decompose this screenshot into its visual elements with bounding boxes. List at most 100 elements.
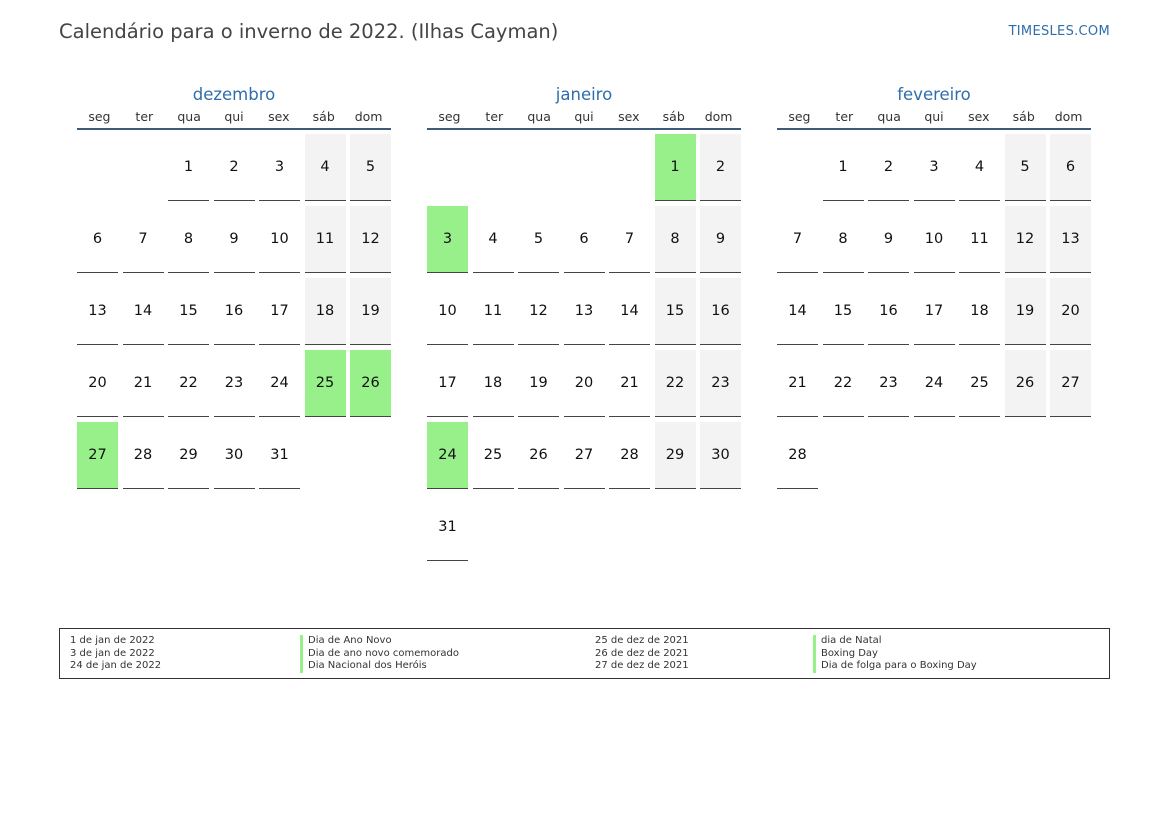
day-cell[interactable]: 13: [563, 278, 605, 345]
day-cell[interactable]: 27: [563, 422, 605, 489]
day-cell[interactable]: 31: [259, 422, 300, 489]
day-cell[interactable]: 31: [427, 494, 468, 561]
day-cell[interactable]: 10: [427, 278, 468, 345]
day-cell[interactable]: 20: [1050, 278, 1091, 345]
holiday-day-cell[interactable]: 25: [304, 350, 346, 417]
day-cell[interactable]: 7: [609, 206, 650, 273]
legend-date: 26 de dez de 2021: [595, 647, 689, 659]
day-cell[interactable]: 4: [959, 134, 1000, 201]
day-cell[interactable]: 25: [959, 350, 1000, 417]
day-cell[interactable]: 29: [654, 422, 696, 489]
day-cell[interactable]: 15: [168, 278, 209, 345]
day-cell[interactable]: 3: [913, 134, 955, 201]
holiday-day-cell[interactable]: 3: [427, 206, 468, 273]
day-cell[interactable]: 6: [1050, 134, 1091, 201]
day-cell[interactable]: 10: [259, 206, 300, 273]
day-cell[interactable]: 23: [700, 350, 741, 417]
day-cell[interactable]: 1: [168, 134, 209, 201]
day-cell[interactable]: 23: [213, 350, 255, 417]
month-fevereiro: fevereiro seg ter qua qui sex sáb dom 12345678…: [777, 84, 1091, 489]
day-cell[interactable]: 16: [700, 278, 741, 345]
day-cell[interactable]: 11: [304, 206, 346, 273]
day-cell[interactable]: 19: [518, 350, 559, 417]
site-link[interactable]: TIMESLES.COM: [1009, 24, 1110, 39]
day-cell[interactable]: 28: [609, 422, 650, 489]
day-cell[interactable]: 9: [700, 206, 741, 273]
day-cell[interactable]: 25: [472, 422, 514, 489]
day-cell[interactable]: 15: [822, 278, 864, 345]
day-cell[interactable]: 6: [77, 206, 118, 273]
day-cell[interactable]: 9: [213, 206, 255, 273]
day-cell[interactable]: 16: [213, 278, 255, 345]
weekday-header: seg ter qua qui sex sáb dom: [77, 108, 391, 128]
day-cell[interactable]: 5: [518, 206, 559, 273]
holiday-day-cell[interactable]: 1: [654, 134, 696, 201]
day-cell[interactable]: 7: [122, 206, 164, 273]
day-grid: 1 2 3 4 5 6 7 8 9 10 11 12 13 14 15 16 17 18 19 20 21 22 23 24 2…: [77, 134, 391, 489]
day-cell[interactable]: 13: [77, 278, 118, 345]
day-cell[interactable]: 21: [122, 350, 164, 417]
day-cell[interactable]: 17: [259, 278, 300, 345]
day-cell[interactable]: 26: [1004, 350, 1046, 417]
day-cell[interactable]: 14: [777, 278, 818, 345]
day-cell[interactable]: 20: [563, 350, 605, 417]
day-cell[interactable]: 8: [168, 206, 209, 273]
day-cell[interactable]: 4: [304, 134, 346, 201]
day-cell[interactable]: 2: [213, 134, 255, 201]
weekday-label: ter: [485, 109, 504, 124]
day-cell[interactable]: 17: [427, 350, 468, 417]
day-cell[interactable]: 22: [654, 350, 696, 417]
day-cell[interactable]: 24: [259, 350, 300, 417]
day-cell[interactable]: 18: [472, 350, 514, 417]
day-cell[interactable]: 7: [777, 206, 818, 273]
day-cell[interactable]: 4: [472, 206, 514, 273]
day-cell[interactable]: 17: [913, 278, 955, 345]
day-cell[interactable]: 21: [777, 350, 818, 417]
day-cell[interactable]: 14: [609, 278, 650, 345]
day-cell[interactable]: 22: [822, 350, 864, 417]
day-cell[interactable]: 6: [563, 206, 605, 273]
day-cell[interactable]: 13: [1050, 206, 1091, 273]
day-cell[interactable]: 14: [122, 278, 164, 345]
legend-names-left: Dia de Ano Novo Dia de ano novo comemora…: [300, 635, 459, 673]
day-cell[interactable]: 21: [609, 350, 650, 417]
day-cell[interactable]: 10: [913, 206, 955, 273]
day-cell[interactable]: 11: [959, 206, 1000, 273]
day-cell[interactable]: 2: [868, 134, 909, 201]
day-cell[interactable]: 5: [350, 134, 391, 201]
day-cell[interactable]: 28: [122, 422, 164, 489]
day-cell[interactable]: 19: [350, 278, 391, 345]
month-janeiro: janeiro seg ter qua qui sex sáb dom 1234567891…: [427, 84, 741, 561]
day-cell[interactable]: 12: [1004, 206, 1046, 273]
day-cell[interactable]: 12: [350, 206, 391, 273]
day-cell[interactable]: 23: [868, 350, 909, 417]
day-cell[interactable]: 9: [868, 206, 909, 273]
holiday-day-cell[interactable]: 27: [77, 422, 118, 489]
day-cell[interactable]: 22: [168, 350, 209, 417]
day-cell[interactable]: 28: [777, 422, 818, 489]
day-cell[interactable]: 18: [304, 278, 346, 345]
day-cell[interactable]: 19: [1004, 278, 1046, 345]
day-cell[interactable]: 8: [654, 206, 696, 273]
holiday-day-cell[interactable]: 24: [427, 422, 468, 489]
day-cell[interactable]: 29: [168, 422, 209, 489]
day-cell[interactable]: 18: [959, 278, 1000, 345]
day-cell[interactable]: 2: [700, 134, 741, 201]
day-cell[interactable]: 8: [822, 206, 864, 273]
day-cell[interactable]: 30: [213, 422, 255, 489]
day-cell[interactable]: 5: [1004, 134, 1046, 201]
day-cell[interactable]: 27: [1050, 350, 1091, 417]
day-cell[interactable]: 3: [259, 134, 300, 201]
holiday-day-cell[interactable]: 26: [350, 350, 391, 417]
day-cell[interactable]: 16: [868, 278, 909, 345]
legend-holiday-name: Dia de Ano Novo: [300, 635, 459, 648]
day-cell[interactable]: 26: [518, 422, 559, 489]
day-cell[interactable]: 11: [472, 278, 514, 345]
day-cell[interactable]: 15: [654, 278, 696, 345]
day-cell[interactable]: 24: [913, 350, 955, 417]
day-cell[interactable]: 30: [700, 422, 741, 489]
day-cell[interactable]: 12: [518, 278, 559, 345]
weekday-label: seg: [438, 109, 461, 124]
day-cell[interactable]: 1: [822, 134, 864, 201]
day-cell[interactable]: 20: [77, 350, 118, 417]
